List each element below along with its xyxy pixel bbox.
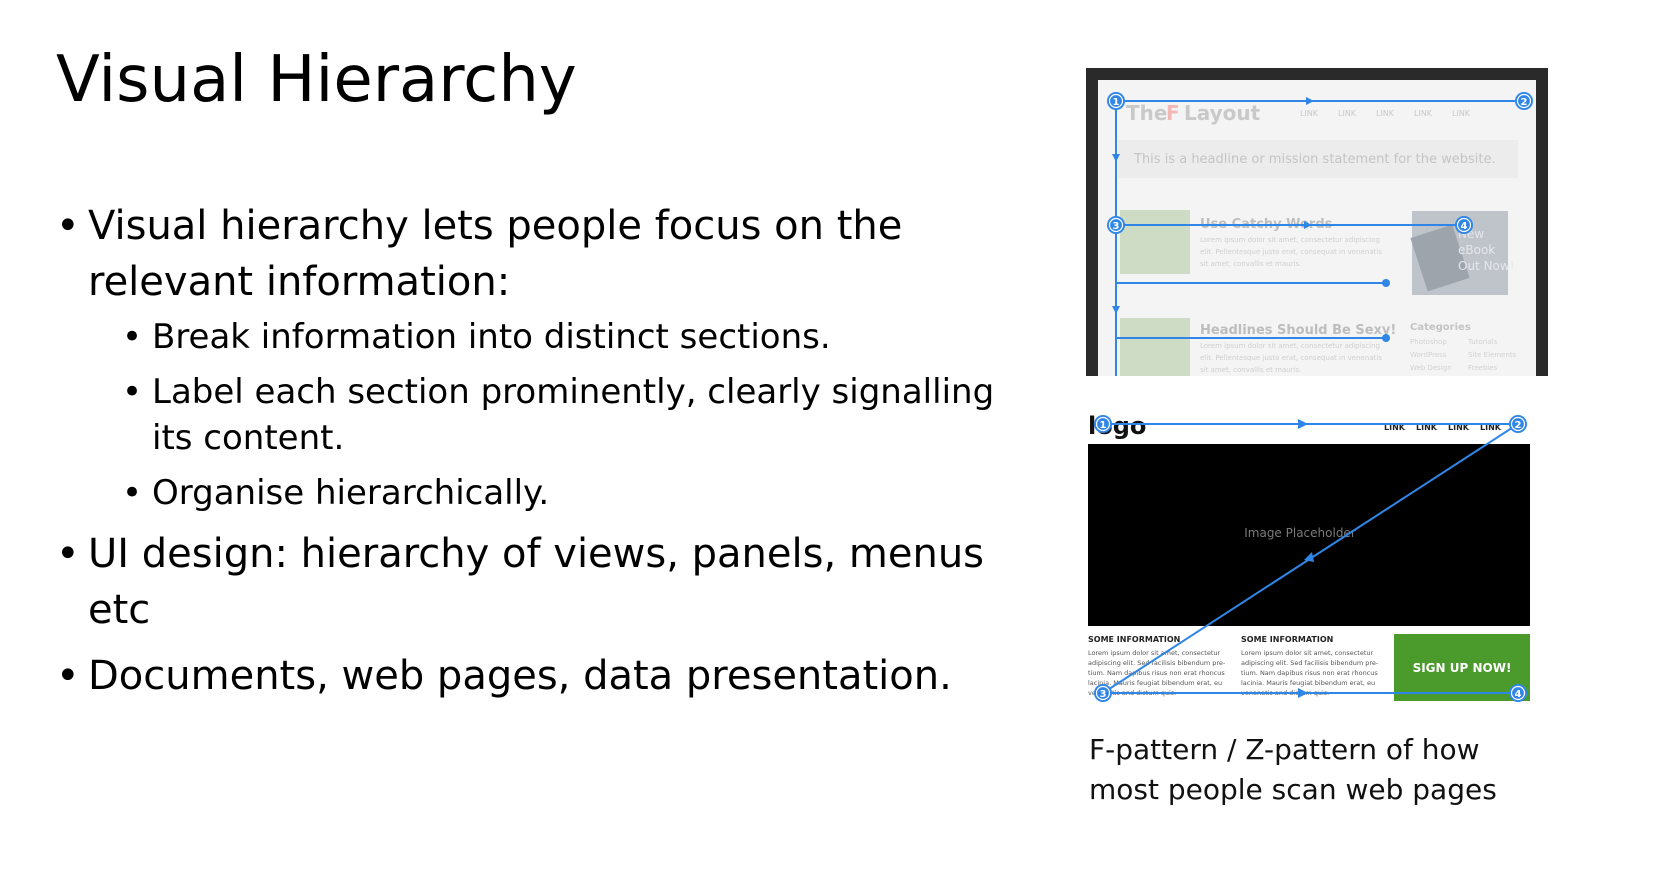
f-pattern-figure: The F Layout LINK LINK LINK LINK LINK Th…	[1086, 68, 1548, 376]
f-lorem-line: sit amet, convallis et mauris.	[1200, 260, 1301, 268]
bullet-dot: •	[56, 531, 80, 577]
bullet-dot: •	[56, 653, 80, 699]
svg-text:2: 2	[1515, 420, 1522, 431]
f-ebook-text: Out Now!	[1458, 259, 1515, 273]
f-marker: 1	[1107, 92, 1125, 110]
f-article-title: Headlines Should Be Sexy!	[1200, 323, 1396, 338]
f-category: WordPress	[1410, 351, 1447, 359]
z-col-title: SOME INFORMATION	[1088, 635, 1180, 644]
arrow-right-icon	[1298, 419, 1308, 429]
f-pattern-page: The F Layout LINK LINK LINK LINK LINK Th…	[1098, 80, 1536, 376]
f-pattern-illustration: The F Layout LINK LINK LINK LINK LINK Th…	[1107, 92, 1533, 376]
f-category: Photoshop	[1410, 338, 1447, 346]
sub-bullet-item: • Organise hierarchically.	[88, 470, 1016, 516]
f-heading-letter: F	[1166, 101, 1180, 125]
f-category: Tutorials	[1467, 338, 1498, 346]
bullet-text: UI design: hierarchy of views, panels, m…	[88, 531, 985, 633]
f-category: Freebies	[1468, 364, 1498, 372]
svg-text:1: 1	[1113, 97, 1120, 108]
z-marker: 3	[1094, 684, 1112, 702]
endpoint-dot	[1382, 334, 1390, 342]
f-heading-prefix: The	[1126, 101, 1167, 125]
sub-bullet-item: • Label each section prominently, clearl…	[88, 369, 1016, 461]
sub-bullet-list: • Break information into distinct sectio…	[88, 314, 1016, 516]
bullet-item: • Visual hierarchy lets people focus on …	[56, 198, 1016, 516]
bullet-dot: •	[122, 317, 143, 357]
sub-bullet-text: Organise hierarchically.	[152, 473, 550, 513]
bullet-dot: •	[56, 203, 80, 249]
f-article-thumbnail	[1120, 318, 1190, 376]
z-signup-label: SIGN UP NOW!	[1413, 661, 1512, 675]
arrow-right-icon	[1306, 97, 1314, 105]
sub-bullet-item: • Break information into distinct sectio…	[88, 314, 1016, 360]
svg-text:2: 2	[1521, 97, 1528, 108]
bullet-dot: •	[122, 473, 143, 513]
f-lorem-line: Lorem ipsum dolor sit amet, consectetur …	[1200, 342, 1380, 350]
z-body-line: Lorem ipsum dolor sit amet, consectetur	[1241, 649, 1374, 657]
z-pattern-illustration: logo LINK LINK LINK LINK Image Placehold…	[1088, 412, 1530, 702]
z-body-line: adipiscing elit. Sed facilisis bibendum …	[1241, 659, 1379, 667]
f-lorem-line: elit. Pellentesque justo erat, consequat…	[1200, 248, 1382, 256]
f-categories-title: Categories	[1410, 322, 1471, 333]
z-body-line: tium. Nam dapibus risus non erat rhoncus	[1088, 669, 1225, 677]
f-category: Web Design	[1410, 364, 1452, 372]
f-marker: 2	[1515, 92, 1533, 110]
f-ebook-text: eBook	[1458, 243, 1495, 257]
f-lorem-line: Lorem ipsum dolor sit amet, consectetur …	[1200, 236, 1380, 244]
slide-title: Visual Hierarchy	[56, 43, 577, 117]
f-nav-link: LINK	[1414, 109, 1433, 118]
f-nav-link: LINK	[1300, 109, 1319, 118]
arrow-down-icon	[1112, 306, 1120, 314]
bullet-dot: •	[122, 372, 143, 412]
bullet-item: • Documents, web pages, data presentatio…	[56, 648, 1016, 704]
z-body-line: tium. Nam dapibus risus non erat rhoncus	[1241, 669, 1378, 677]
f-marker: 4	[1455, 216, 1473, 234]
svg-text:4: 4	[1461, 221, 1468, 232]
f-heading-suffix: Layout	[1184, 101, 1261, 125]
figure-caption: F-pattern / Z-pattern of how most people…	[1089, 733, 1497, 806]
svg-text:4: 4	[1515, 689, 1522, 700]
z-body-line: adipiscing elit. Sed facilisis bibendum …	[1088, 659, 1226, 667]
sub-bullet-text: Break information into distinct sections…	[152, 317, 831, 357]
z-col-title: SOME INFORMATION	[1241, 635, 1333, 644]
f-nav-link: LINK	[1376, 109, 1395, 118]
svg-text:1: 1	[1100, 420, 1107, 431]
f-article-thumbnail	[1120, 210, 1190, 274]
endpoint-dot	[1382, 279, 1390, 287]
svg-text:3: 3	[1113, 221, 1120, 232]
z-marker: 1	[1094, 415, 1112, 433]
f-marker: 3	[1107, 216, 1125, 234]
z-body-line: lacinia. Mauris feugiat bibendum erat, e…	[1241, 679, 1375, 687]
z-pattern-figure: logo LINK LINK LINK LINK Image Placehold…	[1086, 406, 1548, 706]
f-lorem-line: sit amet, convallis et mauris.	[1200, 366, 1301, 374]
svg-text:3: 3	[1100, 689, 1107, 700]
z-marker: 4	[1509, 684, 1527, 702]
bullet-text: Visual hierarchy lets people focus on th…	[88, 203, 903, 305]
f-lorem-line: elit. Pellentesque justo erat, consequat…	[1200, 354, 1382, 362]
bullet-text: Documents, web pages, data presentation.	[88, 653, 952, 699]
bullet-item: • UI design: hierarchy of views, panels,…	[56, 526, 1016, 638]
f-mission-text: This is a headline or mission statement …	[1133, 152, 1496, 167]
z-hero-placeholder-text: Image Placeholder	[1244, 526, 1356, 540]
z-body-line: Lorem ipsum dolor sit amet, consectetur	[1088, 649, 1221, 657]
z-marker: 2	[1509, 415, 1527, 433]
f-nav-link: LINK	[1338, 109, 1357, 118]
f-category: Site Elements	[1468, 351, 1517, 359]
bullet-list: • Visual hierarchy lets people focus on …	[56, 198, 1016, 714]
f-nav-link: LINK	[1452, 109, 1471, 118]
sub-bullet-text: Label each section prominently, clearly …	[152, 372, 995, 458]
